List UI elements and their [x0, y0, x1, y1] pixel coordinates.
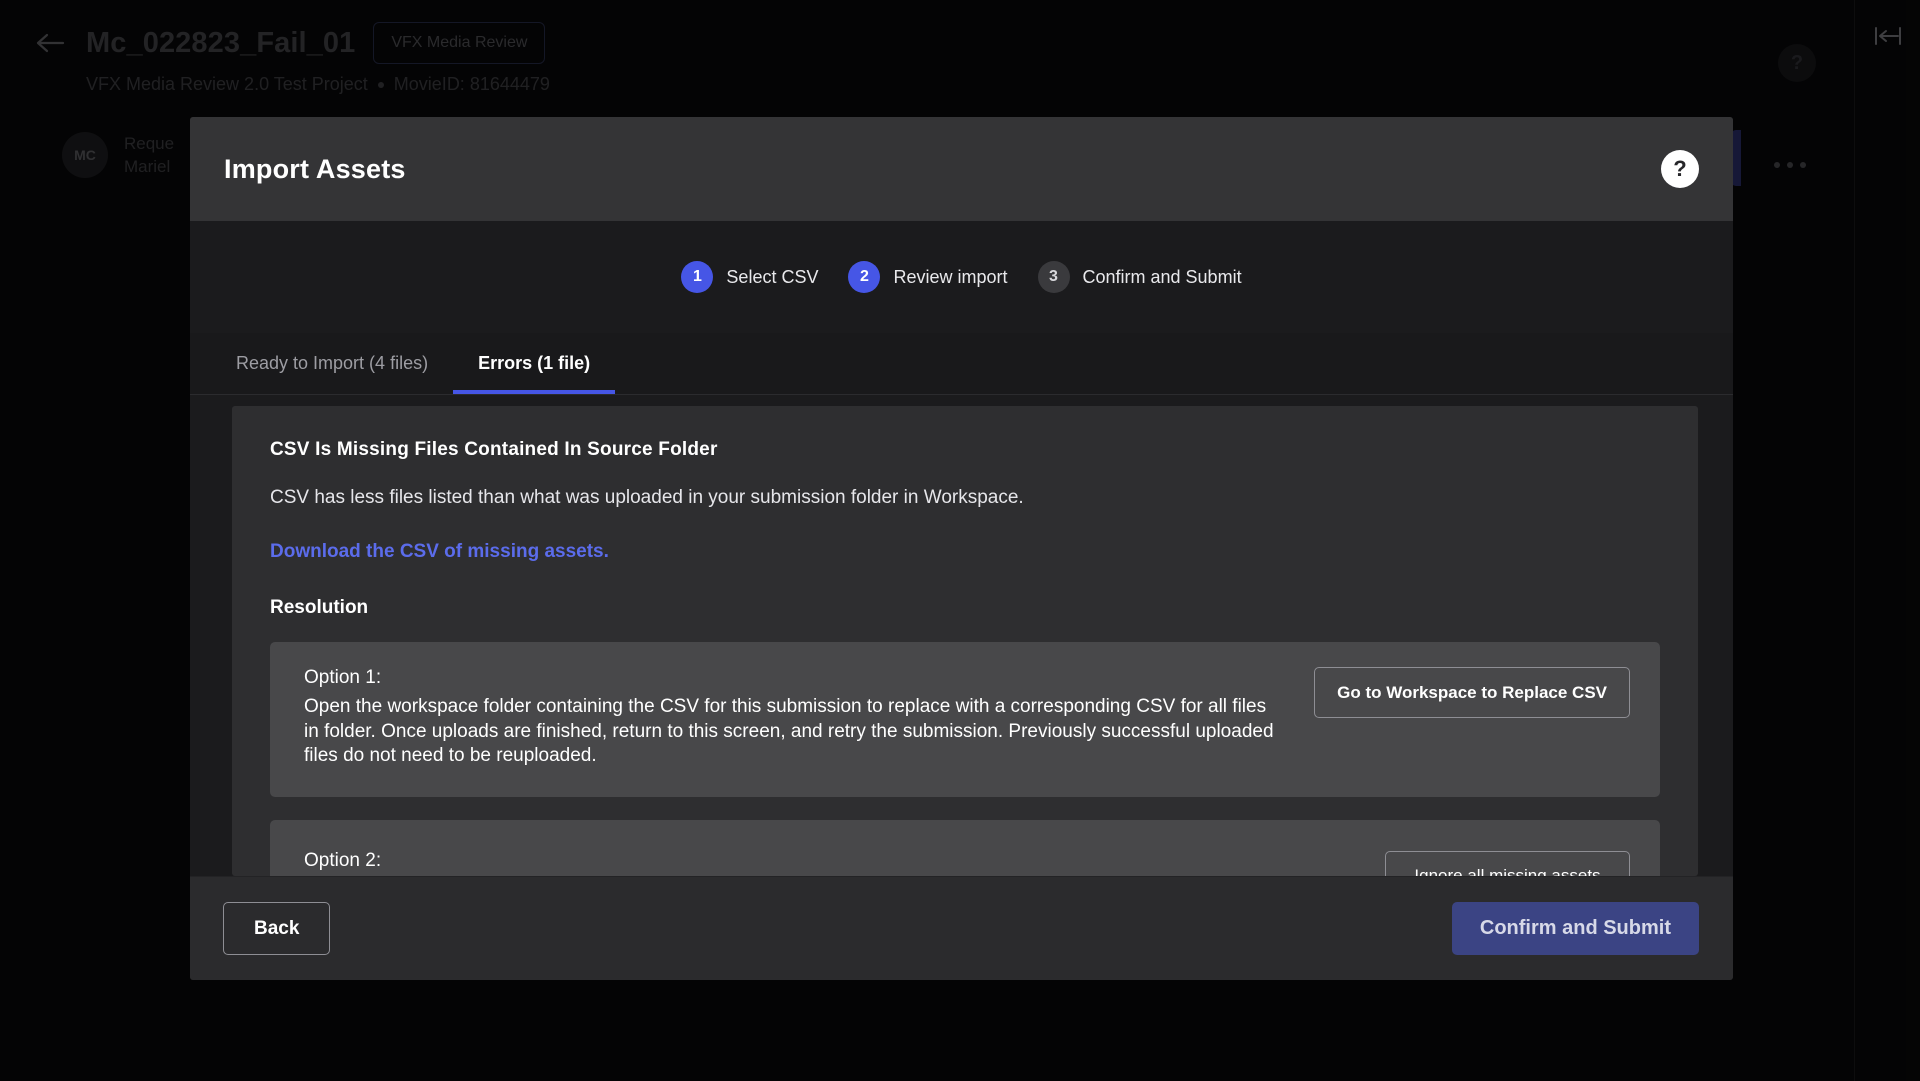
resolution-heading: Resolution: [270, 597, 369, 618]
resolution-option-2: Option 2: Ignore all missing assets from…: [270, 820, 1660, 876]
download-missing-csv-link[interactable]: Download the CSV of missing assets.: [270, 541, 609, 563]
step-number-badge: 1: [681, 261, 714, 293]
stepper: 1 Select CSV 2 Review import 3 Confirm a…: [190, 221, 1733, 333]
step-label: Select CSV: [726, 266, 819, 287]
step-label: Confirm and Submit: [1082, 266, 1242, 287]
option-1-body: Open the workspace folder containing the…: [304, 696, 1274, 767]
ignore-all-missing-assets-button[interactable]: Ignore all missing assets: [1385, 850, 1630, 876]
resolution-option-1: Option 1: Open the workspace folder cont…: [270, 642, 1660, 798]
back-button[interactable]: Back: [223, 902, 331, 955]
modal-header: Import Assets ?: [190, 117, 1733, 221]
modal-help-icon[interactable]: ?: [1661, 150, 1699, 188]
option-1-label: Option 1:: [304, 667, 382, 688]
step-select-csv[interactable]: 1 Select CSV: [681, 261, 818, 293]
go-to-workspace-button[interactable]: Go to Workspace to Replace CSV: [1314, 667, 1630, 718]
modal-title: Import Assets: [224, 153, 406, 184]
tab-bar: Ready to Import (4 files) Errors (1 file…: [190, 333, 1733, 395]
import-assets-modal: Import Assets ? 1 Select CSV 2 Review im…: [190, 117, 1733, 980]
option-2-label: Option 2:: [304, 850, 382, 872]
step-confirm-and-submit[interactable]: 3 Confirm and Submit: [1037, 261, 1242, 293]
step-number-badge: 3: [1037, 261, 1070, 293]
step-number-badge: 2: [848, 261, 881, 293]
tab-errors[interactable]: Errors (1 file): [453, 333, 616, 394]
tab-ready-to-import[interactable]: Ready to Import (4 files): [211, 333, 453, 394]
application-root: Mc_022823_Fail_01 VFX Media Review VFX M…: [0, 0, 1920, 1081]
option-2-text: Option 2: Ignore all missing assets from…: [304, 850, 819, 876]
error-title: CSV Is Missing Files Contained In Source…: [270, 439, 718, 460]
step-review-import[interactable]: 2 Review import: [848, 261, 1008, 293]
error-description: CSV has less files listed than what was …: [270, 487, 1024, 508]
option-1-text: Option 1: Open the workspace folder cont…: [304, 667, 1284, 769]
modal-footer: Back Confirm and Submit: [190, 876, 1733, 980]
modal-body: CSV Is Missing Files Contained In Source…: [190, 395, 1733, 876]
step-label: Review import: [893, 266, 1008, 287]
error-detail-card: CSV Is Missing Files Contained In Source…: [232, 406, 1698, 876]
confirm-and-submit-button[interactable]: Confirm and Submit: [1451, 902, 1699, 955]
